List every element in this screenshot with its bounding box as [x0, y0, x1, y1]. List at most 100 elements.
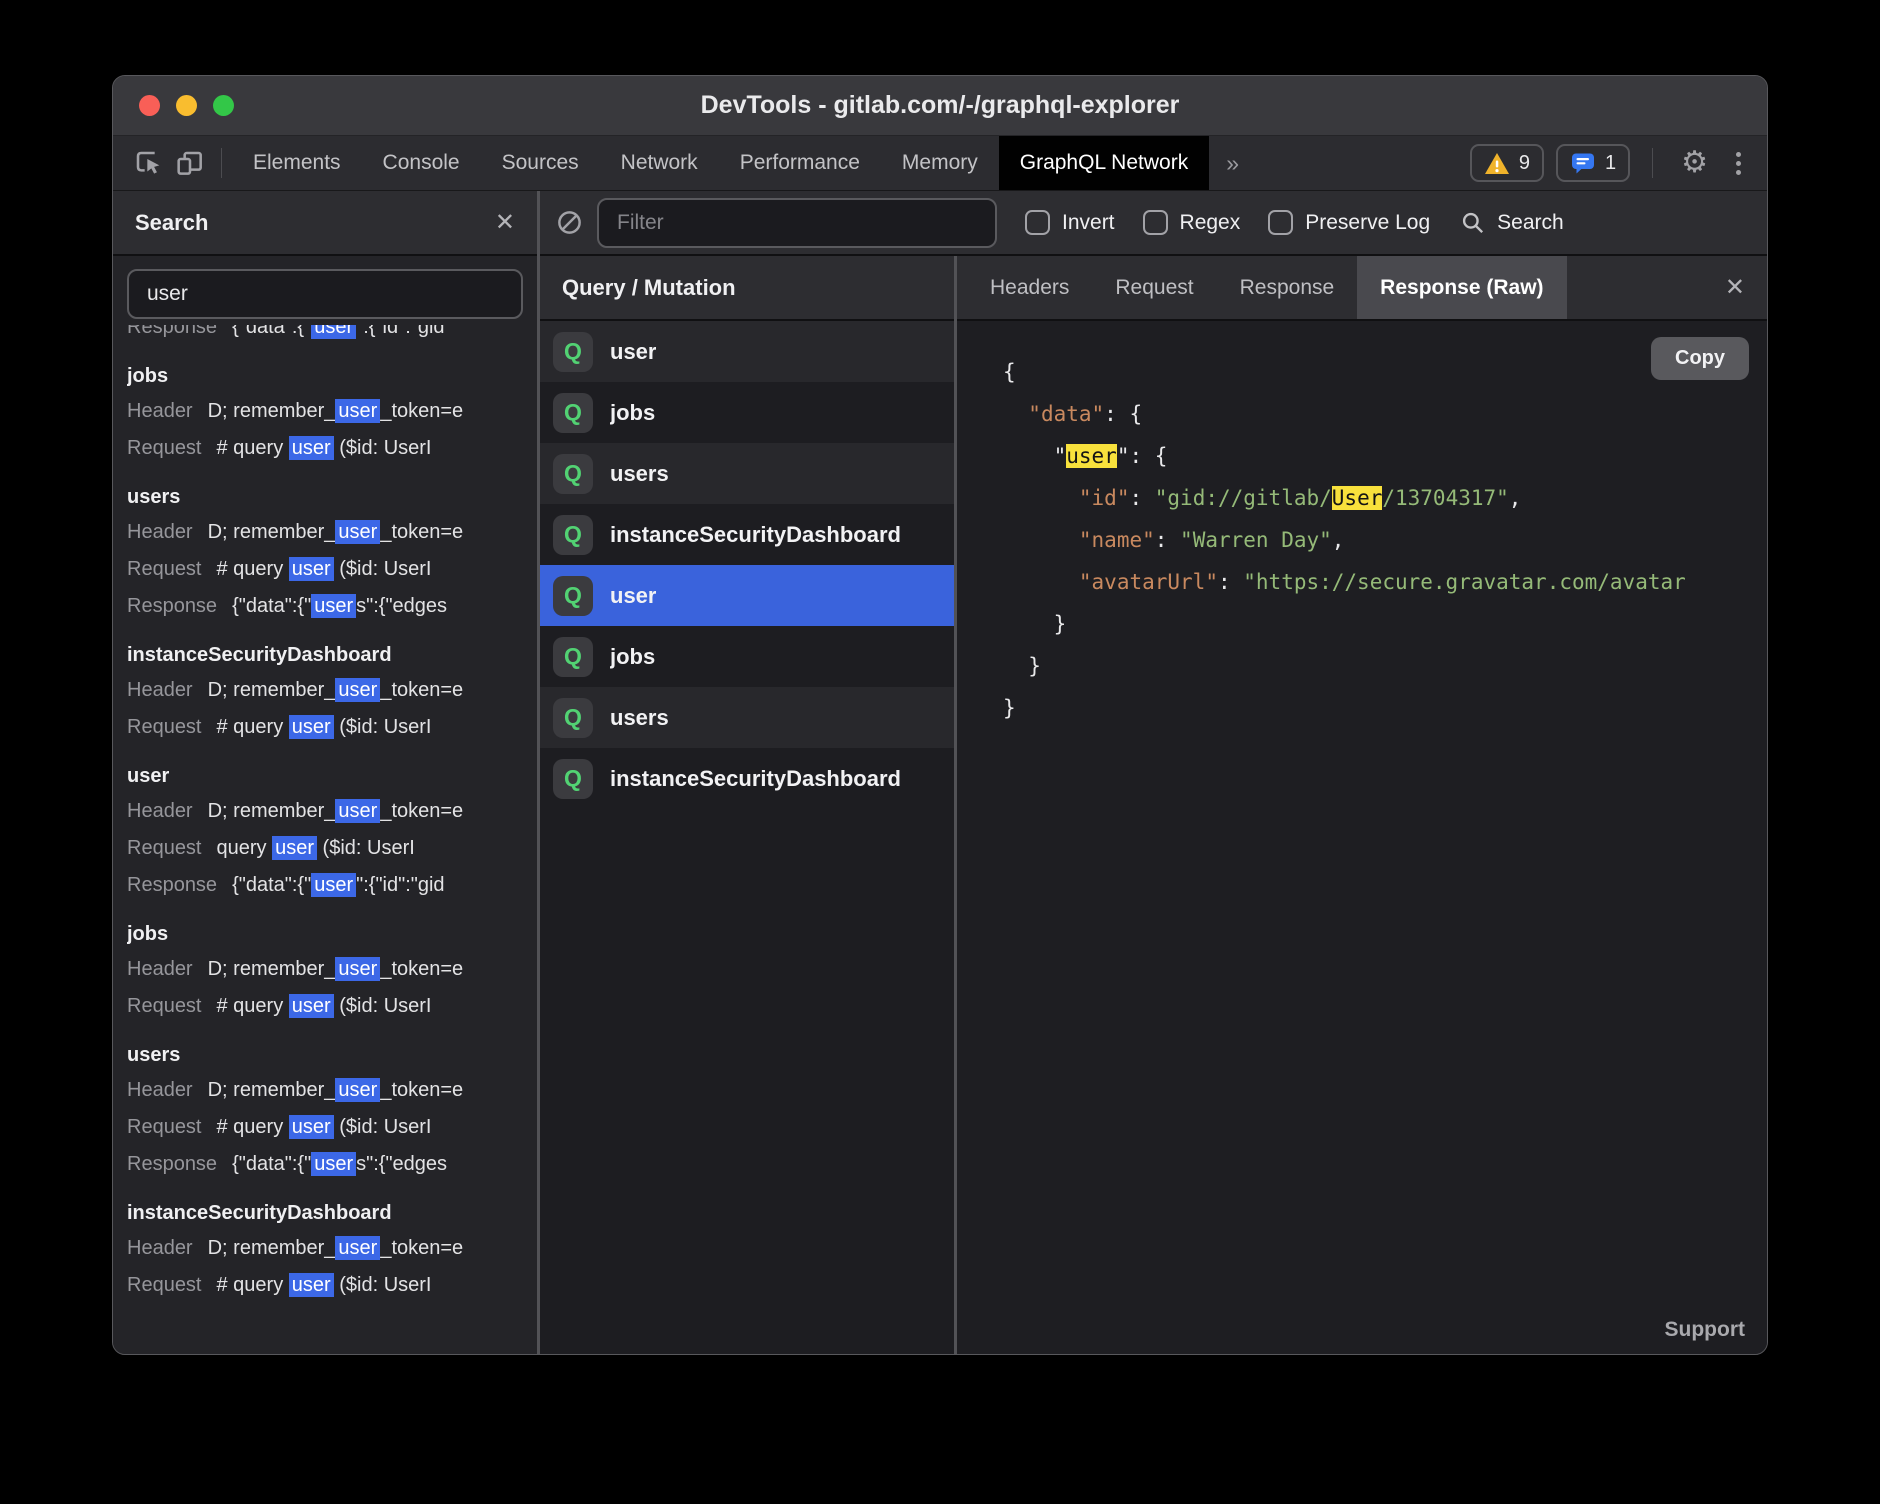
query-item-jobs[interactable]: Qjobs: [540, 626, 954, 687]
query-item-label: instanceSecurityDashboard: [610, 766, 901, 792]
json-line: }: [1003, 645, 1767, 687]
search-result-line: HeaderD; remember_user_token=e: [127, 393, 537, 430]
json-line: "name": "Warren Day",: [1003, 519, 1767, 561]
query-item-label: users: [610, 461, 669, 487]
match-highlight: user: [335, 957, 380, 981]
match-highlight: user: [335, 1078, 380, 1102]
devtools-tab-sources[interactable]: Sources: [481, 136, 600, 190]
query-type-badge: Q: [553, 454, 593, 494]
search-result-line: Response{"data":{"users":{"edges: [127, 588, 537, 625]
open-search-button[interactable]: Search: [1460, 210, 1564, 236]
query-item-label: instanceSecurityDashboard: [610, 522, 901, 548]
warning-count: 9: [1519, 152, 1530, 175]
search-result-user[interactable]: userHeaderD; remember_user_token=eReques…: [127, 760, 537, 904]
detail-tab-headers[interactable]: Headers: [967, 256, 1092, 319]
close-search-icon[interactable]: ✕: [495, 211, 515, 235]
block-requests-icon[interactable]: [556, 209, 583, 236]
chat-bubble-icon: [1570, 151, 1596, 175]
query-type-badge: Q: [553, 515, 593, 555]
invert-checkbox-group[interactable]: Invert: [1025, 210, 1115, 235]
filter-input[interactable]: [597, 198, 997, 248]
query-item-users[interactable]: Qusers: [540, 687, 954, 748]
detail-tab-request[interactable]: Request: [1092, 256, 1216, 319]
devtools-tab-network[interactable]: Network: [600, 136, 719, 190]
query-item-label: user: [610, 339, 656, 365]
search-result-users[interactable]: usersHeaderD; remember_user_token=eReque…: [127, 1039, 537, 1183]
preserve-log-checkbox[interactable]: [1268, 210, 1293, 235]
match-highlight: user: [289, 1273, 334, 1297]
search-result-heading: users: [127, 1039, 537, 1072]
search-result-line: HeaderD; remember_user_token=e: [127, 672, 537, 709]
json-line: }: [1003, 687, 1767, 729]
invert-label: Invert: [1062, 211, 1115, 235]
json-line: }: [1003, 603, 1767, 645]
search-panel-header: Search ✕: [113, 191, 537, 256]
search-result-line: HeaderD; remember_user_token=e: [127, 951, 537, 988]
search-result-jobs[interactable]: jobsHeaderD; remember_user_token=eReques…: [127, 918, 537, 1025]
search-result-jobs[interactable]: jobsHeaderD; remember_user_token=eReques…: [127, 360, 537, 467]
search-results: Response{"data":{"user":{"id":"gid jobsHe…: [113, 309, 537, 1304]
search-result-line: Requestquery user ($id: UserI: [127, 830, 537, 867]
match-highlight: user: [289, 715, 334, 739]
query-item-jobs[interactable]: Qjobs: [540, 382, 954, 443]
match-highlight: user: [272, 836, 317, 860]
match-highlight: user: [289, 557, 334, 581]
query-item-instancesecuritydashboard[interactable]: QinstanceSecurityDashboard: [540, 504, 954, 565]
query-item-label: user: [610, 583, 656, 609]
query-item-user[interactable]: Quser: [540, 321, 954, 382]
preserve-log-checkbox-group[interactable]: Preserve Log: [1268, 210, 1430, 235]
devtools-tab-console[interactable]: Console: [362, 136, 481, 190]
query-type-badge: Q: [553, 332, 593, 372]
json-line: "avatarUrl": "https://secure.gravatar.co…: [1003, 561, 1767, 603]
title-bar[interactable]: DevTools - gitlab.com/-/graphql-explorer: [113, 76, 1767, 136]
inspect-element-icon[interactable]: [129, 144, 167, 182]
messages-badge[interactable]: 1: [1556, 144, 1630, 182]
regex-checkbox[interactable]: [1143, 210, 1168, 235]
kebab-menu-icon[interactable]: [1726, 152, 1751, 175]
match-highlight: user: [311, 873, 356, 897]
search-result-line: Request# query user ($id: UserI: [127, 551, 537, 588]
query-mutation-title: Query / Mutation: [562, 275, 736, 301]
search-result-users[interactable]: usersHeaderD; remember_user_token=eReque…: [127, 481, 537, 625]
detail-tab-response[interactable]: Response: [1217, 256, 1358, 319]
json-code: {"data": {"user": {"id": "gid://gitlab/U…: [1003, 351, 1767, 729]
query-item-instancesecuritydashboard[interactable]: QinstanceSecurityDashboard: [540, 748, 954, 809]
detail-tabs: HeadersRequestResponseResponse (Raw): [967, 256, 1567, 319]
query-type-badge: Q: [553, 698, 593, 738]
search-result-heading: instanceSecurityDashboard: [127, 1197, 537, 1230]
json-search-highlight: User: [1332, 486, 1383, 510]
zoom-window-button[interactable]: [213, 95, 234, 116]
toolbar-right-group: 9 1 ⚙: [1470, 144, 1767, 182]
search-result-instancesecuritydashboard[interactable]: instanceSecurityDashboardHeaderD; rememb…: [127, 1197, 537, 1304]
search-result-line: Response{"data":{"user":{"id":"gid: [127, 867, 537, 904]
search-result-instancesecuritydashboard[interactable]: instanceSecurityDashboardHeaderD; rememb…: [127, 639, 537, 746]
close-detail-icon[interactable]: ✕: [1725, 276, 1745, 300]
support-link[interactable]: Support: [1665, 1318, 1745, 1342]
query-item-label: jobs: [610, 644, 655, 670]
query-item-user[interactable]: Quser: [540, 565, 954, 626]
devtools-window: DevTools - gitlab.com/-/graphql-explorer…: [112, 75, 1768, 1355]
device-toolbar-icon[interactable]: [171, 144, 209, 182]
warnings-badge[interactable]: 9: [1470, 144, 1544, 182]
search-result-line: HeaderD; remember_user_token=e: [127, 514, 537, 551]
detail-tab-response-raw[interactable]: Response (Raw): [1357, 256, 1566, 319]
devtools-tab-graphql-network[interactable]: GraphQL Network: [999, 136, 1209, 190]
invert-checkbox[interactable]: [1025, 210, 1050, 235]
settings-gear-icon[interactable]: ⚙: [1675, 148, 1714, 178]
more-tabs-chevron[interactable]: »: [1209, 150, 1256, 177]
query-item-label: jobs: [610, 400, 655, 426]
devtools-tab-memory[interactable]: Memory: [881, 136, 999, 190]
match-highlight: user: [311, 594, 356, 618]
search-input[interactable]: [127, 269, 523, 319]
match-highlight: user: [335, 799, 380, 823]
close-window-button[interactable]: [139, 95, 160, 116]
devtools-tab-elements[interactable]: Elements: [232, 136, 362, 190]
copy-button[interactable]: Copy: [1651, 337, 1749, 380]
minimize-window-button[interactable]: [176, 95, 197, 116]
regex-checkbox-group[interactable]: Regex: [1143, 210, 1241, 235]
devtools-tab-performance[interactable]: Performance: [719, 136, 881, 190]
json-line: "id": "gid://gitlab/User/13704317",: [1003, 477, 1767, 519]
query-item-label: users: [610, 705, 669, 731]
query-item-users[interactable]: Qusers: [540, 443, 954, 504]
search-result-heading: instanceSecurityDashboard: [127, 639, 537, 672]
